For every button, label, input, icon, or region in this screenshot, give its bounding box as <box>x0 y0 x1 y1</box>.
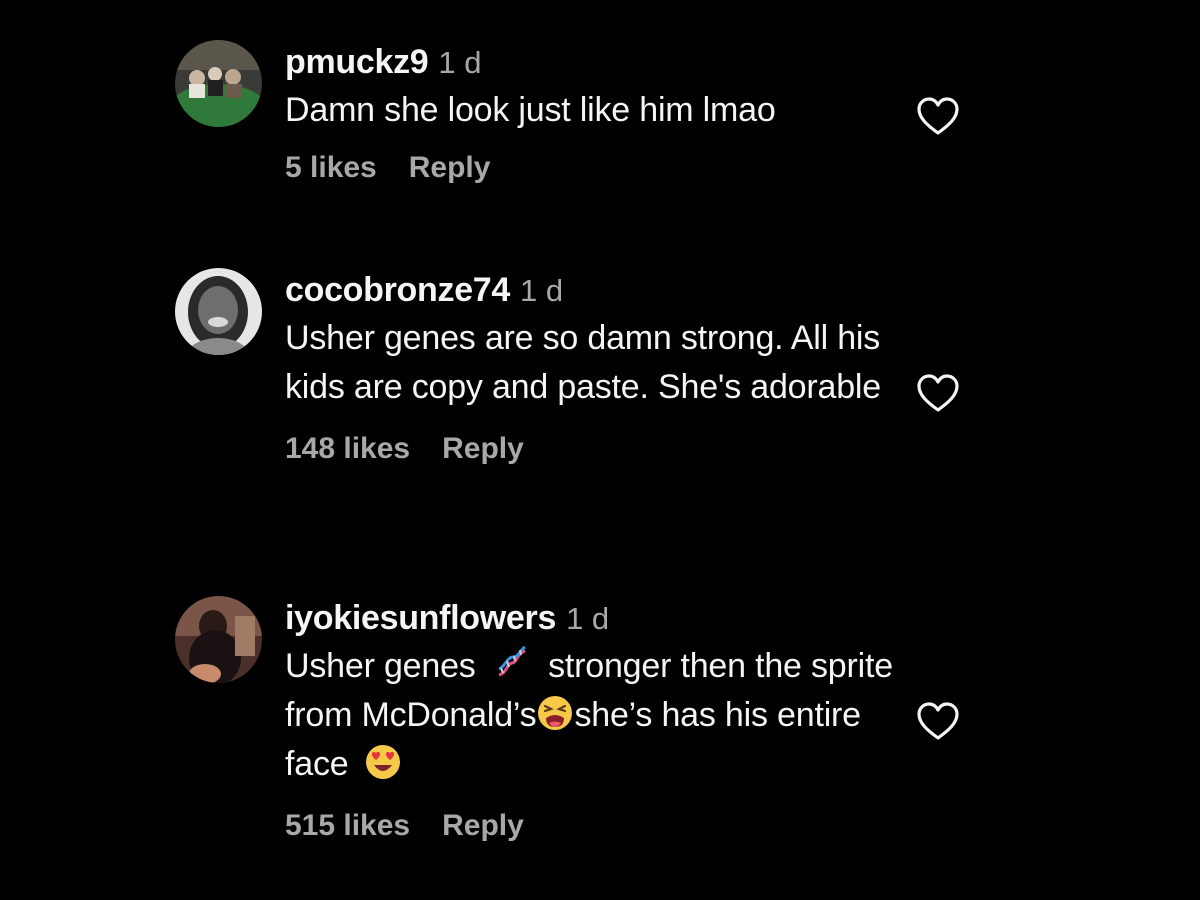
heart-eyes-emoji <box>365 745 400 779</box>
avatar[interactable] <box>175 596 262 683</box>
heart-outline-icon[interactable] <box>915 95 961 137</box>
dna-emoji <box>498 645 526 677</box>
heart-outline-icon[interactable] <box>915 372 961 414</box>
comment-text: Usher genes stronger then the sprite fro… <box>285 642 900 789</box>
reply-button[interactable]: Reply <box>409 151 491 184</box>
comment-time: 1 d <box>438 45 482 80</box>
reply-button[interactable]: Reply <box>442 809 524 842</box>
like-count[interactable]: 148 likes <box>285 432 410 465</box>
comment-item: iyokiesunflowers 1 d Usher genes stronger… <box>175 596 975 876</box>
like-count[interactable]: 515 likes <box>285 809 410 842</box>
comment-username[interactable]: pmuckz9 <box>285 43 429 81</box>
comment-text: Usher genes are so damn strong. All his … <box>285 319 881 406</box>
heart-outline-icon[interactable] <box>915 700 961 742</box>
comment-username[interactable]: iyokiesunflowers <box>285 599 556 637</box>
comment-item: pmuckz9 1 d Damn she look just like him l… <box>175 40 975 210</box>
reply-button[interactable]: Reply <box>442 432 524 465</box>
avatar[interactable] <box>175 40 262 127</box>
comment-time: 1 d <box>520 273 564 308</box>
comment-text-part: Usher genes <box>285 647 476 685</box>
comment-text: Damn she look just like him lmao <box>285 91 776 129</box>
comment-username[interactable]: cocobronze74 <box>285 271 510 309</box>
like-count[interactable]: 5 likes <box>285 151 377 184</box>
comment-time: 1 d <box>566 601 610 636</box>
comment-item: cocobronze74 1 d Usher genes are so damn … <box>175 268 975 538</box>
avatar[interactable] <box>175 268 262 355</box>
tired-face-emoji <box>538 696 573 730</box>
